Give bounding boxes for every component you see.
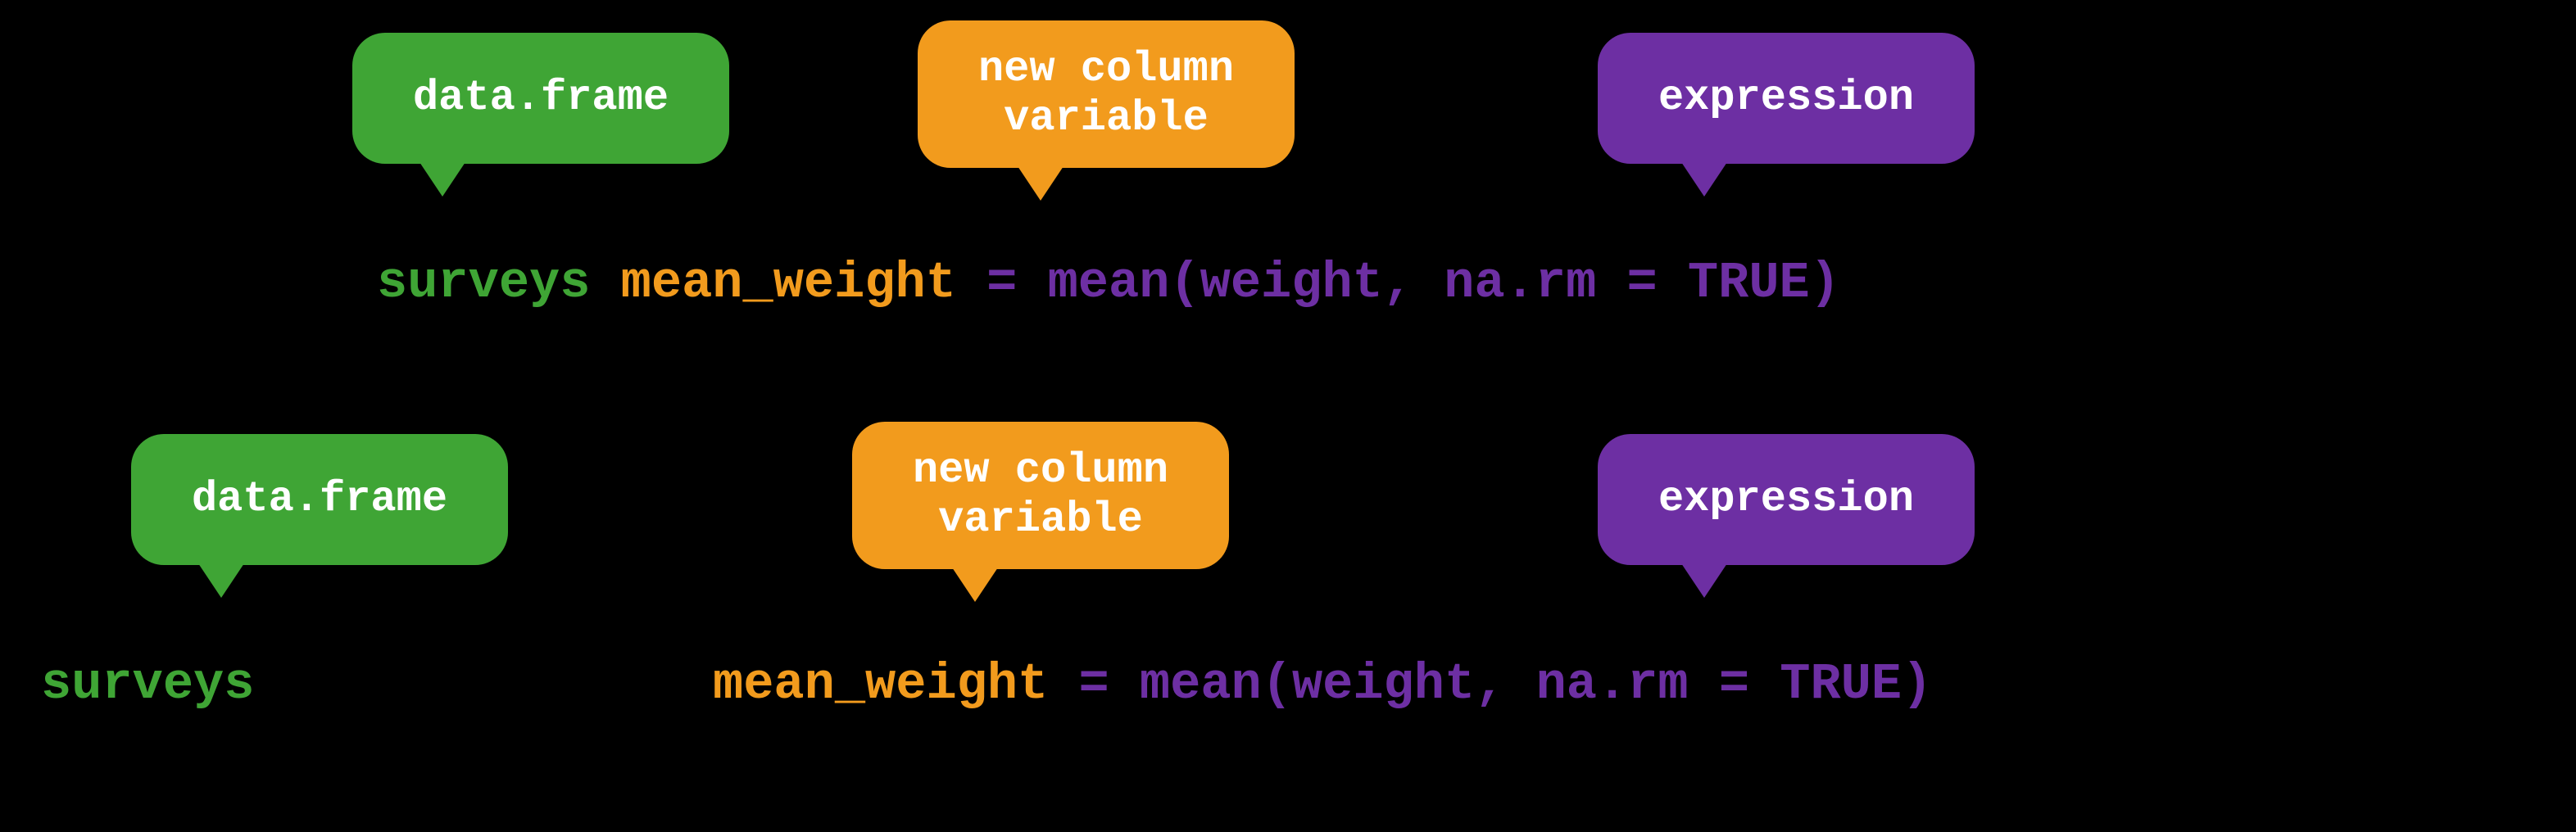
bubble-tail-icon (197, 561, 246, 598)
bubble-data-frame-1: data.frame (352, 33, 729, 164)
bubble-expression-1: expression (1598, 33, 1975, 164)
bubble-label: expression (1658, 74, 1914, 123)
bubble-new-column-1: new column variable (918, 20, 1295, 168)
bubble-new-column-2: new column variable (852, 422, 1229, 569)
code-token-mean-weight: mean_weight (713, 655, 1048, 713)
bubble-label: data.frame (413, 74, 669, 123)
code-token-surveys: surveys (41, 655, 254, 713)
code-line-2a: surveys (41, 655, 254, 713)
code-line-2b: mean_weight = mean(weight, na.rm = TRUE) (713, 655, 1932, 713)
code-token-surveys: surveys (377, 254, 590, 312)
code-token-expression: = mean(weight, na.rm = TRUE) (986, 254, 1840, 312)
bubble-data-frame-2: data.frame (131, 434, 508, 565)
code-line-1: surveys mean_weight = mean(weight, na.rm… (377, 254, 1840, 312)
bubble-tail-icon (418, 160, 467, 197)
bubble-tail-icon (1016, 164, 1065, 201)
bubble-label: expression (1658, 475, 1914, 524)
bubble-label: new column variable (978, 45, 1234, 143)
code-token-mean-weight: mean_weight (621, 254, 956, 312)
bubble-tail-icon (1680, 160, 1729, 197)
bubble-label: data.frame (192, 475, 447, 524)
bubble-label: new column variable (913, 446, 1168, 545)
bubble-expression-2: expression (1598, 434, 1975, 565)
code-token-expression: = mean(weight, na.rm = TRUE) (1079, 655, 1933, 713)
bubble-tail-icon (950, 565, 1000, 602)
bubble-tail-icon (1680, 561, 1729, 598)
